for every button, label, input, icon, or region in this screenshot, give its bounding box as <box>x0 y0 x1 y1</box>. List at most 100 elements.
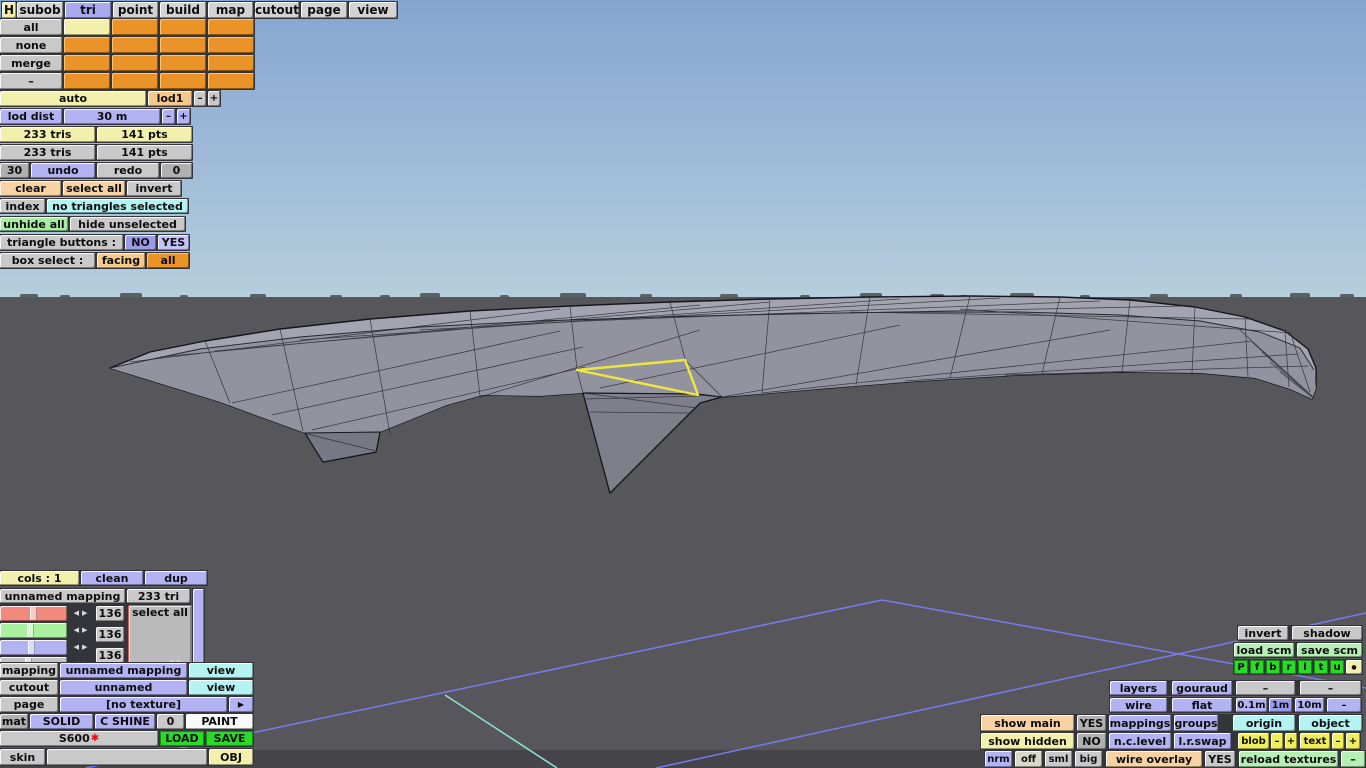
invert-button[interactable]: invert <box>127 181 181 196</box>
axis-b-button[interactable]: b <box>1266 660 1280 674</box>
save-scm-button[interactable]: save scm <box>1297 643 1362 657</box>
subob-cell[interactable] <box>208 19 254 35</box>
gouraud-button[interactable]: gouraud <box>1172 681 1232 695</box>
axis-p-button[interactable]: P <box>1234 660 1248 674</box>
menu-view[interactable]: view <box>349 2 397 18</box>
obj-button[interactable]: OBJ <box>209 749 253 765</box>
redo-count[interactable]: 0 <box>161 163 192 178</box>
grid-dash-button[interactable]: – <box>1327 698 1361 712</box>
undo-button[interactable]: undo <box>31 163 95 178</box>
subob-minus-button[interactable]: – <box>0 73 62 89</box>
text-plus[interactable]: + <box>1346 733 1360 749</box>
dup-button[interactable]: dup <box>145 571 207 585</box>
flat-button[interactable]: flat <box>1172 698 1232 712</box>
nrm-button[interactable]: nrm <box>985 751 1012 767</box>
load-scm-button[interactable]: load scm <box>1234 643 1294 657</box>
menu-map[interactable]: map <box>208 2 253 18</box>
show-hidden-button[interactable]: show hidden <box>981 733 1074 749</box>
mat-paint-button[interactable]: PAINT <box>186 714 253 729</box>
subob-cell[interactable] <box>64 55 110 71</box>
green-slider-handle[interactable] <box>26 624 34 637</box>
tris-count-total[interactable]: 233 tris <box>0 145 95 160</box>
lod-plus[interactable]: + <box>208 91 220 106</box>
tri-count-button[interactable]: 233 tri <box>127 589 190 603</box>
show-hidden-toggle[interactable]: NO <box>1077 733 1106 749</box>
subob-cell[interactable] <box>64 37 110 53</box>
cols-button[interactable]: cols : 1 <box>0 571 79 585</box>
blue-slider-handle[interactable] <box>28 641 36 654</box>
tris-count[interactable]: 233 tris <box>0 127 95 142</box>
box-select-label[interactable]: box select : <box>0 253 95 268</box>
subob-cell[interactable] <box>160 19 206 35</box>
axis-r-button[interactable]: r <box>1282 660 1296 674</box>
skin-button[interactable]: skin <box>0 749 45 765</box>
wire-button[interactable]: wire <box>1110 698 1167 712</box>
show-main-button[interactable]: show main <box>981 715 1074 731</box>
blue-value[interactable]: 136 <box>96 648 124 663</box>
menu-point[interactable]: point <box>113 2 158 18</box>
lod-dist-label[interactable]: lod dist <box>0 109 62 124</box>
lod-minus[interactable]: – <box>194 91 206 106</box>
unhide-all-button[interactable]: unhide all <box>0 217 68 231</box>
mat-shine-value[interactable]: 0 <box>157 714 184 729</box>
layers-button[interactable]: layers <box>1110 681 1167 695</box>
menu-subob[interactable]: subob <box>17 2 63 18</box>
clear-button[interactable]: clear <box>0 181 61 196</box>
green-slider[interactable] <box>0 623 67 638</box>
subob-cell[interactable] <box>208 73 254 89</box>
scroll-strip[interactable] <box>193 589 204 670</box>
index-button[interactable]: index <box>0 199 45 213</box>
blue-stepper[interactable]: ◀▶ <box>70 642 94 652</box>
show-main-toggle[interactable]: YES <box>1077 715 1106 731</box>
text-minus[interactable]: – <box>1332 733 1344 749</box>
mapping-name[interactable]: unnamed mapping <box>0 589 125 603</box>
green-value[interactable]: 136 <box>96 627 124 642</box>
red-value[interactable]: 136 <box>96 606 124 621</box>
skin-name-field[interactable] <box>47 749 207 765</box>
page-value[interactable]: [no texture] <box>60 697 227 712</box>
blob-button[interactable]: blob <box>1238 733 1269 749</box>
save-button[interactable]: SAVE <box>206 731 253 746</box>
subob-all-button[interactable]: all <box>0 19 62 35</box>
lod-dist-minus[interactable]: – <box>162 109 175 124</box>
cutout-value[interactable]: unnamed <box>60 680 187 695</box>
menu-build[interactable]: build <box>160 2 206 18</box>
reload-dash-button[interactable]: – <box>1341 751 1365 767</box>
origin-button[interactable]: origin <box>1233 715 1295 731</box>
triangle-buttons-no[interactable]: NO <box>125 235 156 250</box>
grid-1m-button[interactable]: 1m <box>1269 698 1292 712</box>
wire-overlay-toggle[interactable]: YES <box>1205 751 1235 767</box>
reload-textures-button[interactable]: reload textures <box>1239 751 1338 767</box>
triangle-buttons-label[interactable]: triangle buttons : <box>0 235 123 250</box>
nclevel-button[interactable]: n.c.level <box>1109 733 1171 749</box>
lod-dist-plus[interactable]: + <box>177 109 190 124</box>
subob-cell[interactable] <box>64 73 110 89</box>
blob-plus[interactable]: + <box>1285 733 1297 749</box>
invert-normals-button[interactable]: invert <box>1238 626 1288 640</box>
nrm-big-button[interactable]: big <box>1075 751 1102 767</box>
hide-unselected-button[interactable]: hide unselected <box>70 217 185 231</box>
box-select-all[interactable]: all <box>147 253 189 268</box>
pts-count-total[interactable]: 141 pts <box>97 145 192 160</box>
subob-cell[interactable] <box>64 19 110 35</box>
menu-page[interactable]: page <box>301 2 347 18</box>
green-stepper[interactable]: ◀▶ <box>70 625 94 635</box>
nrm-sml-button[interactable]: sml <box>1045 751 1072 767</box>
blue-slider[interactable] <box>0 640 67 655</box>
menu-h[interactable]: H <box>2 2 16 18</box>
mat-label[interactable]: mat <box>0 714 28 729</box>
grid-10m-button[interactable]: 10m <box>1295 698 1324 712</box>
mapping-value[interactable]: unnamed mapping <box>60 663 187 678</box>
mapping-label[interactable]: mapping <box>0 663 58 678</box>
object-button[interactable]: object <box>1299 715 1362 731</box>
page-next-button[interactable]: ▶ <box>229 697 253 712</box>
clean-button[interactable]: clean <box>81 571 143 585</box>
redo-button[interactable]: redo <box>97 163 159 178</box>
menu-cutout[interactable]: cutout <box>255 2 299 18</box>
mat-cshine-button[interactable]: C SHINE <box>95 714 155 729</box>
cutout-label[interactable]: cutout <box>0 680 58 695</box>
pts-count[interactable]: 141 pts <box>97 127 192 142</box>
load-button[interactable]: LOAD <box>160 731 204 746</box>
box-select-facing[interactable]: facing <box>97 253 145 268</box>
mapping-view-button[interactable]: view <box>189 663 253 678</box>
